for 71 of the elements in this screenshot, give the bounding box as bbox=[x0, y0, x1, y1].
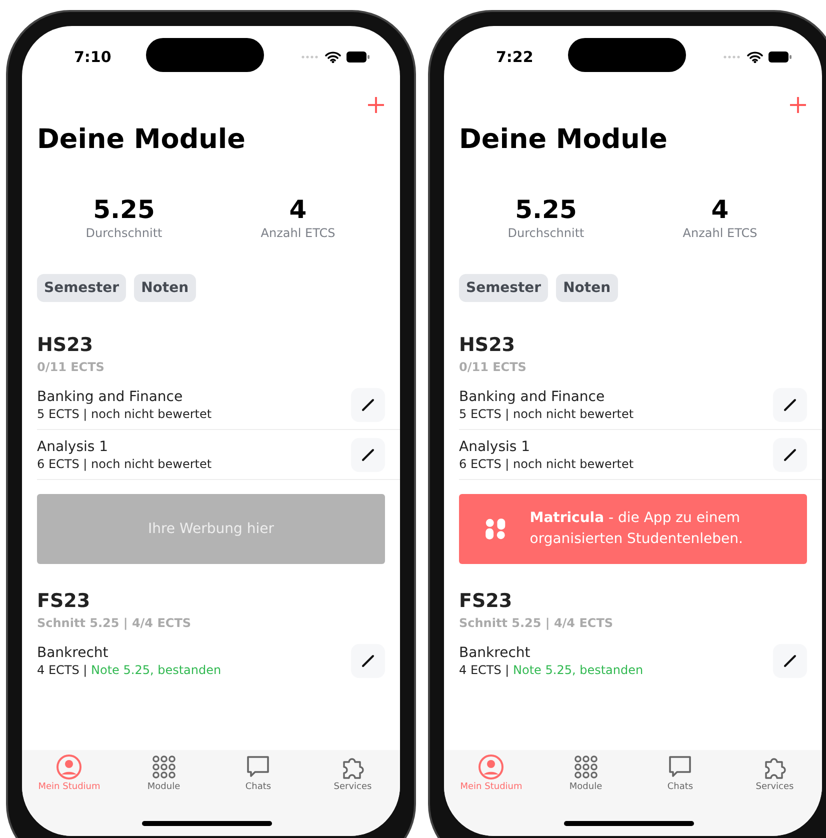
filter-chip[interactable]: Noten bbox=[134, 274, 196, 302]
semester-summary: 0/11 ECTS bbox=[37, 360, 106, 374]
person-icon bbox=[56, 754, 82, 780]
semester-summary: 0/11 ECTS bbox=[459, 360, 528, 374]
stat-value: 5.25 bbox=[93, 195, 155, 224]
plus-icon[interactable] bbox=[789, 96, 807, 114]
pencil-icon bbox=[361, 448, 375, 462]
stat-value: 5.25 bbox=[515, 195, 577, 224]
stat-label: Anzahl ETCS bbox=[260, 226, 336, 240]
grid-icon bbox=[150, 754, 177, 780]
stat-label: Durchschnitt bbox=[86, 226, 162, 240]
edit-button[interactable] bbox=[773, 388, 807, 422]
page-title: Deine Module bbox=[459, 124, 668, 155]
stat-value: 4 bbox=[711, 195, 729, 224]
semester-summary: Schnitt 5.25 | 4/4 ECTS bbox=[459, 616, 614, 630]
filter-chip[interactable]: Semester bbox=[37, 274, 126, 302]
plus-icon[interactable] bbox=[367, 96, 385, 114]
module-details: 5 ECTS | noch nicht bewertet bbox=[37, 407, 213, 421]
wifi-icon bbox=[747, 51, 763, 63]
edit-button[interactable] bbox=[773, 644, 807, 678]
grid-icon bbox=[572, 754, 599, 780]
pencil-icon bbox=[783, 448, 797, 462]
stat-value: 4 bbox=[289, 195, 307, 224]
module-details: 6 ECTS | noch nicht bewertet bbox=[37, 457, 213, 471]
pencil-icon bbox=[361, 398, 375, 412]
signal-icon bbox=[300, 54, 320, 60]
module-name: Banking and Finance bbox=[37, 389, 184, 405]
pencil-icon bbox=[361, 654, 375, 668]
tab[interactable]: Chats bbox=[211, 754, 306, 792]
module-name: Analysis 1 bbox=[37, 439, 110, 455]
signal-icon bbox=[722, 54, 742, 60]
chat-icon bbox=[667, 754, 694, 780]
stat-label: Durchschnitt bbox=[508, 226, 584, 240]
tab[interactable]: Module bbox=[116, 754, 211, 792]
module-name: Banking and Finance bbox=[459, 389, 606, 405]
edit-button[interactable] bbox=[773, 438, 807, 472]
edit-button[interactable] bbox=[351, 438, 385, 472]
module-details: 5 ECTS | noch nicht bewertet bbox=[459, 407, 635, 421]
module-details: 4 ECTS | Note 5.25, bestanden bbox=[459, 663, 644, 677]
battery-icon bbox=[768, 51, 792, 63]
edit-button[interactable] bbox=[351, 388, 385, 422]
person-icon bbox=[478, 754, 504, 780]
stat-label: Anzahl ETCS bbox=[682, 226, 758, 240]
pencil-icon bbox=[783, 398, 797, 412]
semester-title: FS23 bbox=[37, 590, 92, 612]
module-name: Bankrecht bbox=[37, 645, 110, 661]
pencil-icon bbox=[783, 654, 797, 668]
ad-banner: Ihre Werbung hier bbox=[37, 494, 385, 564]
filter-chip[interactable]: Noten bbox=[556, 274, 618, 302]
semester-title: HS23 bbox=[37, 334, 94, 356]
semester-summary: Schnitt 5.25 | 4/4 ECTS bbox=[37, 616, 192, 630]
module-details: 6 ECTS | noch nicht bewertet bbox=[459, 457, 635, 471]
tab[interactable]: Services bbox=[306, 754, 400, 792]
wifi-icon bbox=[325, 51, 341, 63]
module-name: Bankrecht bbox=[459, 645, 532, 661]
edit-button[interactable] bbox=[351, 644, 385, 678]
tab[interactable]: Module bbox=[538, 754, 633, 792]
battery-icon bbox=[346, 51, 370, 63]
status-time: 7:10 bbox=[74, 48, 112, 66]
tab[interactable]: Chats bbox=[633, 754, 728, 792]
semester-title: FS23 bbox=[459, 590, 514, 612]
chat-icon bbox=[245, 754, 272, 780]
tab[interactable]: Services bbox=[728, 754, 822, 792]
module-details: 4 ECTS | Note 5.25, bestanden bbox=[37, 663, 222, 677]
filter-chip[interactable]: Semester bbox=[459, 274, 548, 302]
module-name: Analysis 1 bbox=[459, 439, 532, 455]
ad-banner[interactable]: Matricula - die App zu einem organisierten Studentenleben. bbox=[459, 494, 807, 564]
status-time: 7:22 bbox=[496, 48, 534, 66]
semester-title: HS23 bbox=[459, 334, 516, 356]
page-title: Deine Module bbox=[37, 124, 246, 155]
ad-text: Matricula - die App zu einem organisierten Studentenleben. bbox=[530, 509, 744, 549]
